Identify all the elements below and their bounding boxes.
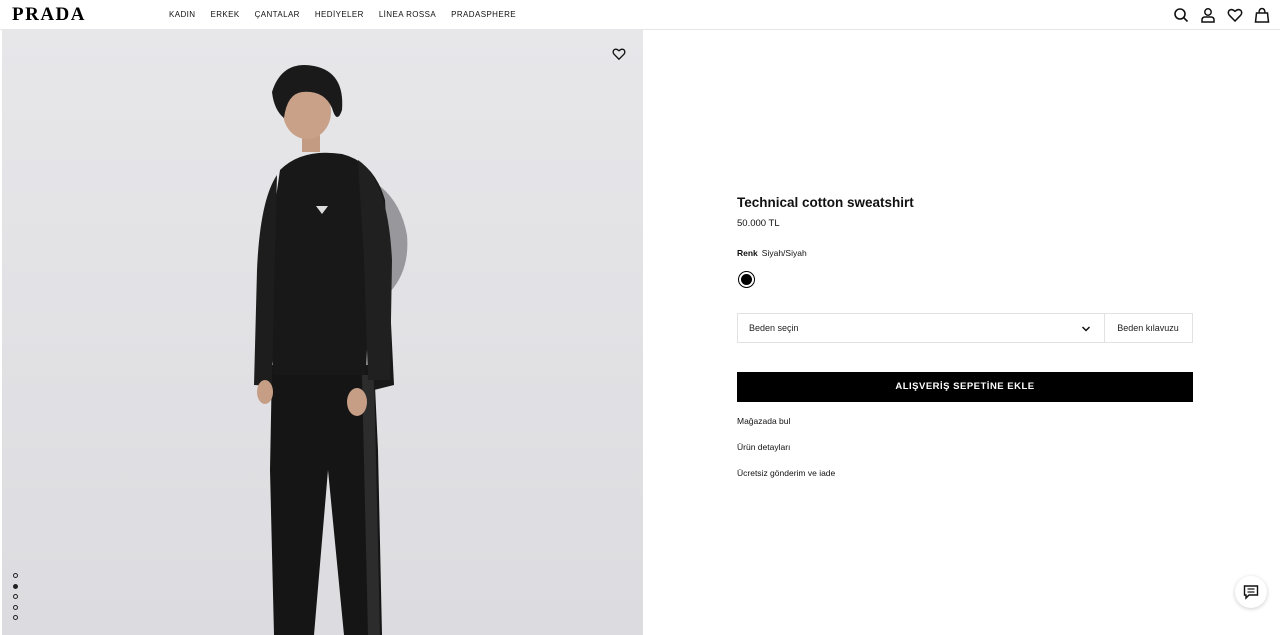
search-icon[interactable] xyxy=(1173,7,1189,23)
find-in-store-link[interactable]: Mağazada bul xyxy=(737,416,790,426)
product-title: Technical cotton sweatshirt xyxy=(737,195,914,210)
nav-item-linea-rossa[interactable]: LİNEA ROSSA xyxy=(379,9,436,21)
chevron-down-icon xyxy=(1081,326,1091,332)
account-icon[interactable] xyxy=(1200,7,1216,23)
nav-item-cantalar[interactable]: ÇANTALAR xyxy=(255,9,300,21)
product-details-link[interactable]: Ürün detayları xyxy=(737,442,790,452)
nav-item-hediyeler[interactable]: HEDİYELER xyxy=(315,9,364,21)
color-info: Renk Siyah/Siyah xyxy=(737,248,807,258)
nav-item-pradasphere[interactable]: PRADASPHERE xyxy=(451,9,516,21)
free-shipping-returns-link[interactable]: Ücretsiz gönderim ve iade xyxy=(737,468,835,478)
favorite-heart-icon[interactable] xyxy=(612,47,626,61)
gallery-dot[interactable] xyxy=(13,615,18,620)
size-guide-link[interactable]: Beden kılavuzu xyxy=(1104,313,1193,343)
product-image[interactable] xyxy=(2,30,643,635)
gallery-dot-active[interactable] xyxy=(13,583,18,589)
gallery-dot[interactable] xyxy=(13,604,18,610)
size-select-label: Beden seçin xyxy=(749,323,799,333)
model-photo xyxy=(254,65,408,635)
header-icons xyxy=(1173,7,1270,23)
color-value: Siyah/Siyah xyxy=(761,248,807,258)
add-to-cart-button[interactable]: ALIŞVERİŞ SEPETİNE EKLE xyxy=(737,372,1193,402)
wishlist-icon[interactable] xyxy=(1227,7,1243,23)
gallery-pagination xyxy=(13,573,18,626)
color-swatch-black[interactable] xyxy=(738,271,755,288)
product-price: 50.000 TL xyxy=(737,218,780,229)
gallery-dot[interactable] xyxy=(13,573,18,578)
site-header: PRADA KADIN ERKEK ÇANTALAR HEDİYELER LİN… xyxy=(0,0,1280,30)
nav-item-erkek[interactable]: ERKEK xyxy=(210,9,239,21)
chat-button[interactable] xyxy=(1235,576,1267,608)
chat-icon xyxy=(1243,585,1259,600)
gallery-dot[interactable] xyxy=(13,594,18,599)
main-nav: KADIN ERKEK ÇANTALAR HEDİYELER LİNEA ROS… xyxy=(169,9,531,21)
prada-logo[interactable]: PRADA xyxy=(12,5,86,25)
bag-icon[interactable] xyxy=(1254,7,1270,23)
color-label: Renk xyxy=(737,248,758,258)
size-select[interactable]: Beden seçin xyxy=(737,313,1105,343)
nav-item-kadin[interactable]: KADIN xyxy=(169,9,195,21)
